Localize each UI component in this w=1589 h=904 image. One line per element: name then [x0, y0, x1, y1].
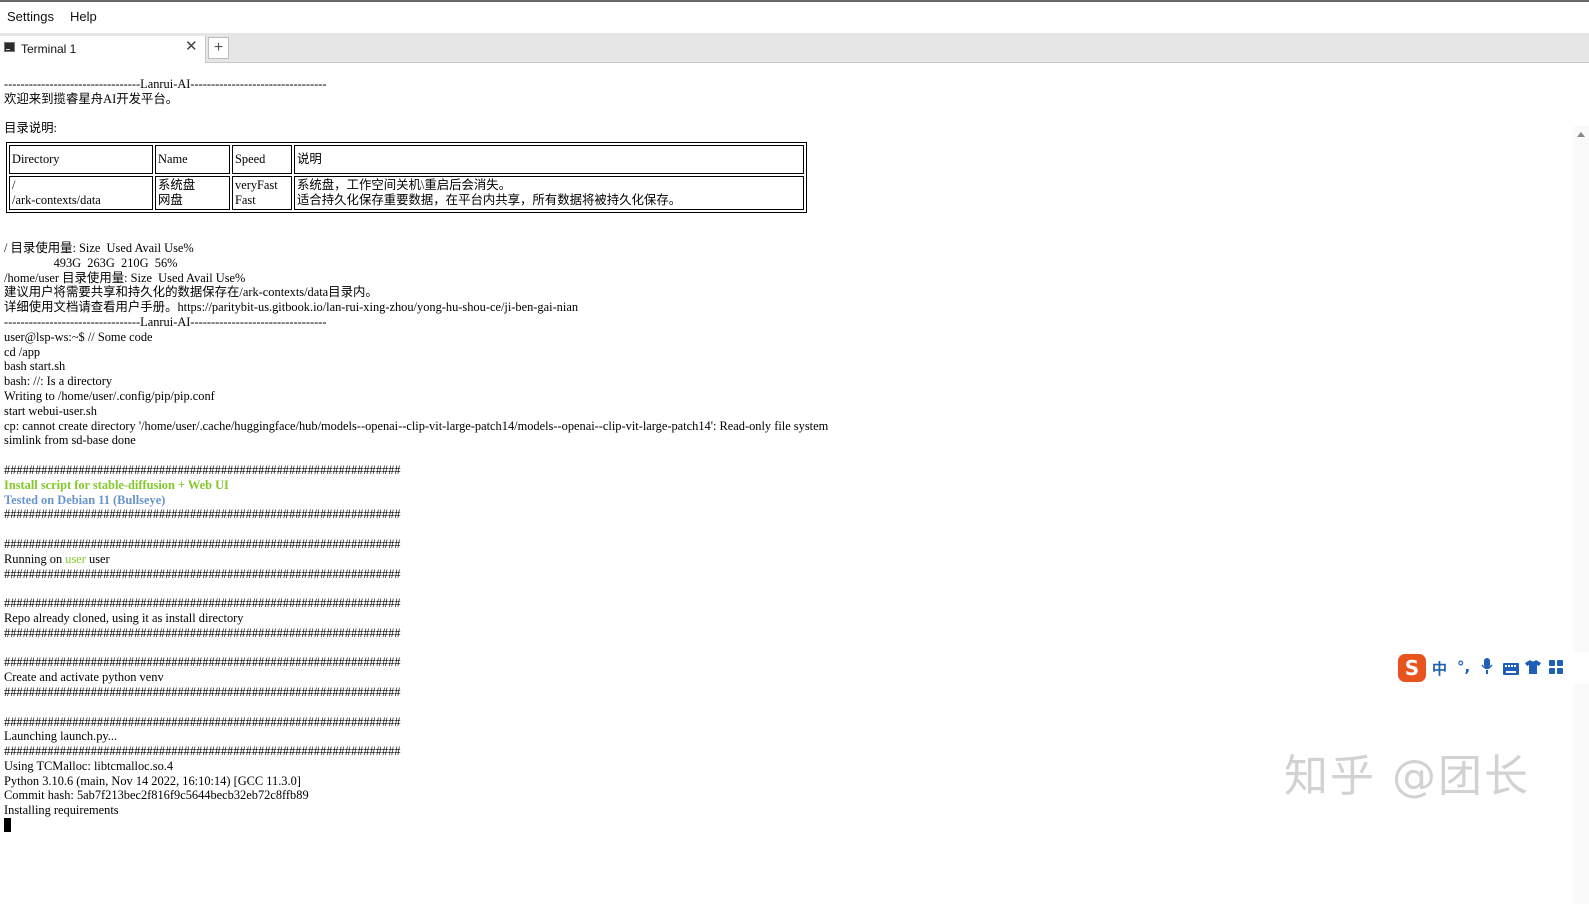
terminal-line: ########################################… [4, 566, 401, 581]
terminal-line: start webui-user.sh [4, 403, 97, 418]
terminal-line: ---------------------------------Lanrui-… [4, 77, 327, 91]
terminal-line: Repo already cloned, using it as install… [4, 610, 244, 625]
terminal-line: 目录说明: [4, 121, 58, 136]
ime-punctuation-toggle[interactable]: °, [1457, 658, 1470, 676]
terminal-text: / 目录使用量: Size Used Avail Use% 493G 263G … [4, 241, 828, 818]
table-cell: 系统盘，工作空间关机\重启后会消失。 适合持久化保存重要数据，在平台内共享，所有数… [294, 176, 804, 210]
header-name: Name [155, 145, 230, 174]
running-prefix: Running on [4, 551, 66, 566]
menu-settings[interactable]: Settings [7, 9, 54, 24]
header-description: 说明 [294, 145, 804, 174]
terminal-line: ---------------------------------Lanrui-… [4, 314, 327, 329]
terminal-line: simlink from sd-base done [4, 433, 136, 448]
terminal-line: ########################################… [4, 462, 401, 477]
terminal-line: Python 3.10.6 (main, Nov 14 2022, 16:10:… [4, 773, 301, 788]
cell-name: 网盘 [158, 192, 183, 207]
menu-help[interactable]: Help [70, 9, 97, 24]
terminal-line: 建议用户将需要共享和持久化的数据保存在/ark-contexts/data目录内… [4, 285, 378, 300]
cell-description: 系统盘，工作空间关机\重启后会消失。 [297, 178, 512, 192]
running-on-line: Running on user user [4, 552, 828, 567]
terminal-line: cp: cannot create directory '/home/user/… [4, 418, 829, 433]
header-speed: Speed [232, 145, 292, 174]
cell-description: 适合持久化保存重要数据，在平台内共享，所有数据将被持久化保存。 [297, 192, 682, 207]
terminal-line: ########################################… [4, 655, 401, 670]
table-cell: veryFast Fast [232, 176, 292, 210]
zhihu-watermark: 知乎 @团长 [1284, 751, 1530, 802]
tab-label: Terminal 1 [21, 42, 77, 56]
table-row: //ark-contexts/data 系统盘 网盘 veryFast Fast 系… [9, 176, 804, 210]
terminal-line: ########################################… [4, 744, 401, 759]
cell-directory: /ark-contexts/data [12, 192, 101, 207]
terminal-line: bash: //: Is a directory [4, 374, 113, 389]
terminal-line: user@lsp-ws:~$ // Some code [4, 329, 153, 344]
header-directory: Directory [9, 145, 153, 174]
scrollbar[interactable] [1574, 126, 1589, 904]
terminal-line: Using TCMalloc: libtcmalloc.so.4 [4, 758, 174, 773]
terminal-line: ########################################… [4, 536, 401, 551]
terminal-line: Writing to /home/user/.config/pip/pip.co… [4, 388, 215, 403]
terminal-cursor [4, 818, 11, 832]
terminal-line: /home/user 目录使用量: Size Used Avail Use% [4, 270, 246, 285]
table-cell: //ark-contexts/data [9, 176, 153, 210]
terminal-line: bash start.sh [4, 359, 66, 374]
terminal-line: ########################################… [4, 507, 401, 522]
install-script-title: Install script for stable-diffusion + We… [4, 477, 229, 492]
running-suffix: user [85, 551, 110, 566]
table-cell: 系统盘 网盘 [155, 176, 230, 210]
terminal-line: Create and activate python venv [4, 670, 164, 685]
menu-bar: Settings Help [0, 0, 1589, 33]
cell-directory: / [12, 178, 16, 192]
tested-on-line: Tested on Debian 11 (Bullseye) [4, 492, 166, 507]
terminal-line: ########################################… [4, 684, 401, 699]
microphone-icon[interactable] [1481, 658, 1493, 678]
terminal-line: / 目录使用量: Size Used Avail Use% [4, 241, 194, 255]
terminal-line: Commit hash: 5ab7f213bec2f816f9c5644becb… [4, 788, 309, 803]
tab-terminal-1[interactable]: Terminal 1 ✕ [0, 36, 206, 63]
terminal-line: 详细使用文档请查看用户手册。https://paritybit-us.gitbo… [4, 300, 579, 315]
terminal-text: ---------------------------------Lanrui-… [4, 77, 327, 136]
scroll-up-icon[interactable] [1577, 132, 1585, 137]
ime-chinese-toggle[interactable]: 中 [1432, 658, 1447, 679]
terminal-icon [4, 42, 15, 52]
tab-bar: Terminal 1 ✕ + [0, 33, 1589, 63]
terminal-line: Installing requirements [4, 803, 119, 818]
terminal-line: cd /app [4, 344, 41, 359]
terminal-line: Launching launch.py... [4, 729, 118, 744]
shirt-icon[interactable] [1525, 660, 1541, 678]
directory-table: Directory Name Speed 说明 //ark-contexts/d… [6, 142, 807, 213]
running-user: user [65, 551, 86, 566]
cell-speed: Fast [235, 192, 256, 207]
terminal-line: ########################################… [4, 596, 401, 611]
new-tab-button[interactable]: + [208, 37, 229, 59]
terminal-line: ########################################… [4, 625, 401, 640]
ime-toolbar[interactable]: S 中 °, [1396, 652, 1589, 684]
table-header-row: Directory Name Speed 说明 [9, 145, 804, 174]
terminal-line: 493G 263G 210G 56% [4, 255, 178, 270]
keyboard-icon[interactable] [1503, 661, 1519, 679]
terminal-line: 欢迎来到揽睿星舟AI开发平台。 [4, 91, 179, 106]
close-icon[interactable]: ✕ [185, 39, 198, 55]
grid-icon[interactable] [1549, 660, 1563, 678]
sogou-logo-icon[interactable]: S [1398, 654, 1426, 682]
cell-name: 系统盘 [158, 178, 196, 192]
cell-speed: veryFast [235, 178, 278, 192]
terminal-line: ########################################… [4, 714, 401, 729]
